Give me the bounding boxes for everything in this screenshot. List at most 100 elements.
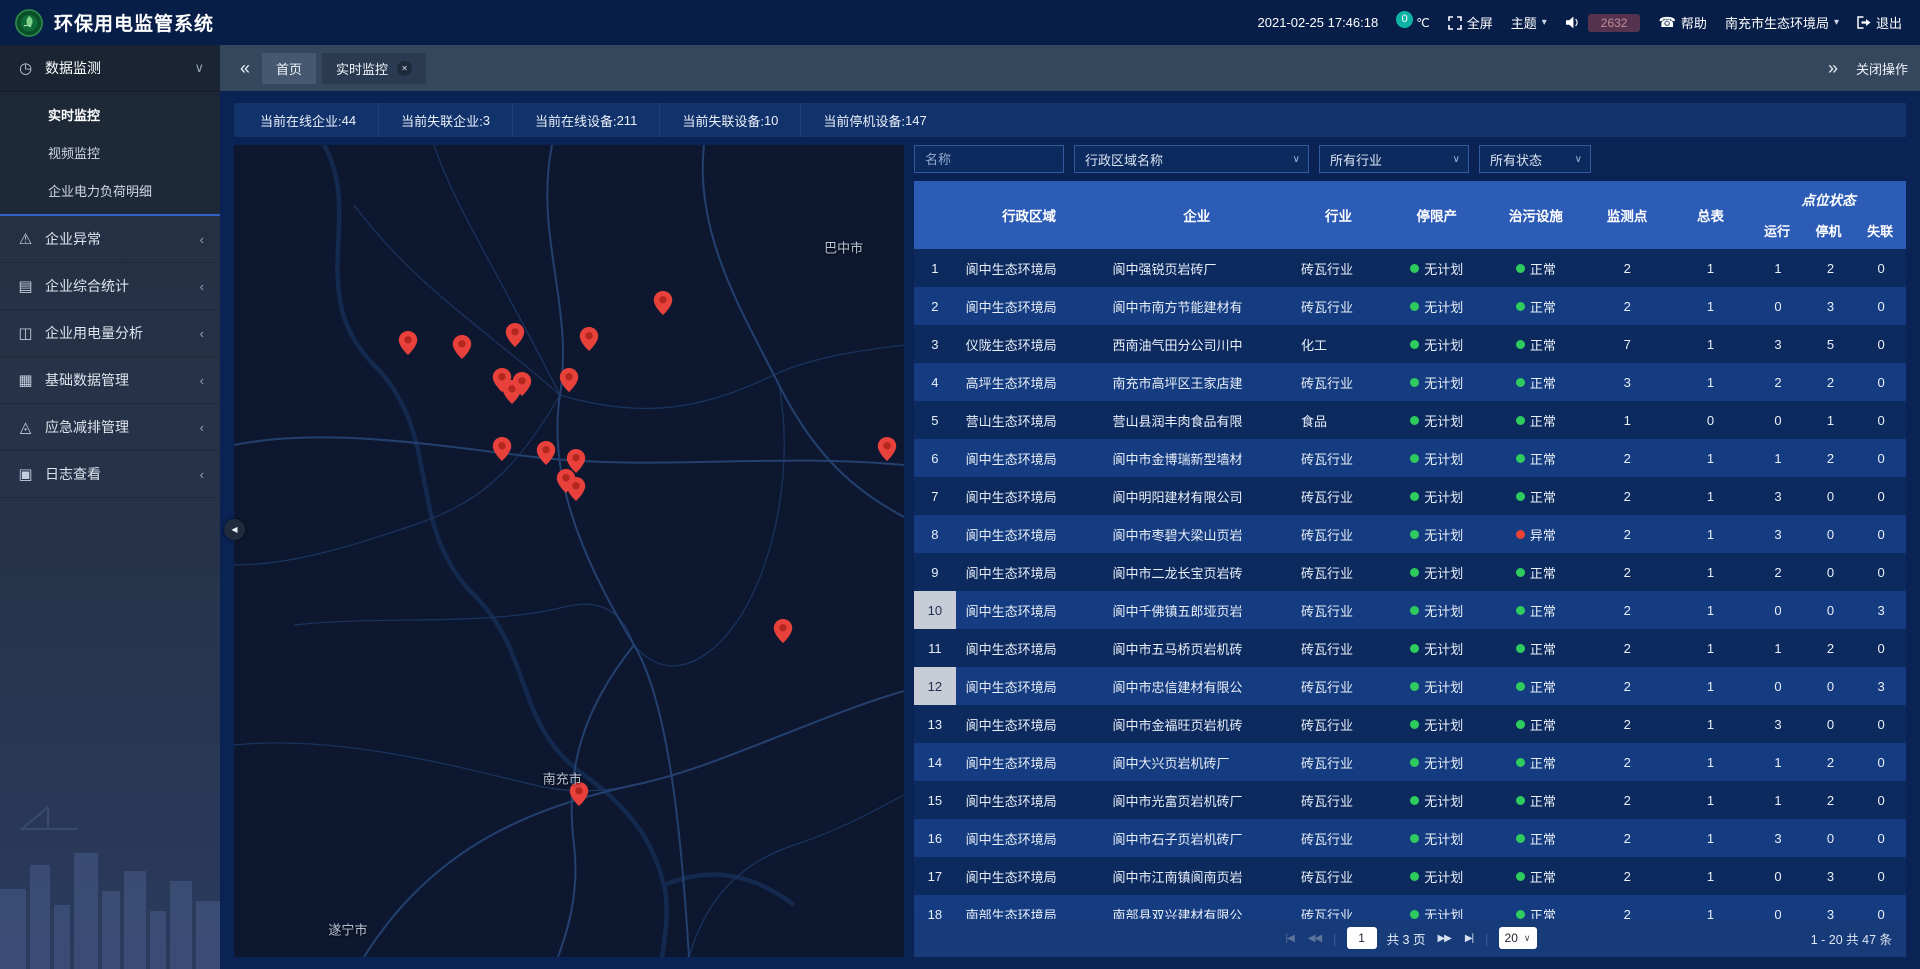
top-header: 环保用电监管系统 2021-02-25 17:46:18 0 ℃ 全屏 主题 ▾: [0, 0, 1920, 45]
sidebar-item-video-monitor[interactable]: 视频监控: [0, 133, 220, 171]
map-pin[interactable]: [560, 368, 579, 397]
table-row[interactable]: 15阆中生态环境局阆中市光富页岩机砖厂砖瓦行业无计划正常21120: [914, 781, 1906, 819]
status-filter-select[interactable]: 所有状态 ∨: [1479, 145, 1591, 173]
industry-filter-select[interactable]: 所有行业 ∨: [1319, 145, 1469, 173]
table-row[interactable]: 2阆中生态环境局阆中市南方节能建材有砖瓦行业无计划正常21030: [914, 287, 1906, 325]
tab-realtime[interactable]: 实时监控✕: [322, 53, 426, 84]
sidebar-group-emergency[interactable]: ◬应急减排管理‹: [0, 404, 220, 451]
first-page-button[interactable]: |◀: [1283, 933, 1295, 944]
chevron-left-icon: ‹: [200, 326, 204, 341]
map-pin[interactable]: [493, 437, 512, 466]
fullscreen-button[interactable]: 全屏: [1448, 13, 1493, 32]
column-header-company[interactable]: 企业: [1102, 181, 1290, 249]
last-page-button[interactable]: ▶|: [1463, 933, 1475, 944]
sidebar-group-logs[interactable]: ▣日志查看‹: [0, 451, 220, 498]
table-row[interactable]: 18南部生态环境局南部县双兴建材有限公砖瓦行业无计划正常21030: [914, 895, 1906, 919]
announcement-button[interactable]: [1565, 16, 1580, 29]
map-pin[interactable]: [452, 335, 471, 364]
table-row[interactable]: 9阆中生态环境局阆中市二龙长宝页岩砖砖瓦行业无计划正常21200: [914, 553, 1906, 591]
page-size-select[interactable]: 20 ∨: [1499, 927, 1537, 949]
status-dot: [1410, 568, 1419, 577]
table-row[interactable]: 17阆中生态环境局阆中市江南镇阆南页岩砖瓦行业无计划正常21030: [914, 857, 1906, 895]
column-header-limit[interactable]: 停限产: [1386, 181, 1487, 249]
table-row[interactable]: 7阆中生态环境局阆中明阳建材有限公司砖瓦行业无计划正常21300: [914, 477, 1906, 515]
table-row[interactable]: 12阆中生态环境局阆中市忠信建材有限公砖瓦行业无计划正常21003: [914, 667, 1906, 705]
map-pin[interactable]: [580, 327, 599, 356]
stat-item: 当前停机设备: 147: [801, 103, 948, 137]
sidebar-group-data-monitor[interactable]: ◷数据监测∨: [0, 45, 220, 92]
emergency-icon: ◬: [16, 418, 35, 436]
total-pages-label: 共 3 页: [1387, 929, 1426, 948]
sidebar-group-enterprise-abnormal[interactable]: ⚠企业异常‹: [0, 216, 220, 263]
table-row[interactable]: 8阆中生态环境局阆中市枣碧大梁山页岩砖瓦行业无计划异常21300: [914, 515, 1906, 553]
map-pin[interactable]: [566, 477, 585, 506]
prev-page-button[interactable]: ◀◀: [1306, 933, 1323, 944]
column-header-region[interactable]: 行政区域: [956, 181, 1103, 249]
status-dot: [1410, 264, 1419, 273]
table-body: 1阆中生态环境局阆中强锐页岩砖厂砖瓦行业无计划正常211202阆中生态环境局阆中…: [914, 249, 1906, 919]
warning-icon: ⚠: [16, 230, 35, 248]
status-dot: [1410, 720, 1419, 729]
table-row[interactable]: 11阆中生态环境局阆中市五马桥页岩机砖砖瓦行业无计划正常21120: [914, 629, 1906, 667]
logout-button[interactable]: 退出: [1857, 13, 1902, 32]
monitor-icon: ◷: [16, 59, 35, 77]
next-page-button[interactable]: ▶▶: [1435, 933, 1452, 944]
sidebar-group-power-analysis[interactable]: ◫企业用电量分析‹: [0, 310, 220, 357]
status-dot: [1516, 910, 1525, 919]
table-row[interactable]: 6阆中生态环境局阆中市金博瑞新型墙材砖瓦行业无计划正常21120: [914, 439, 1906, 477]
app-logo: [14, 8, 44, 38]
column-header-lost[interactable]: 失联: [1854, 211, 1906, 249]
range-label: 1 - 20 共 47 条: [1811, 929, 1892, 948]
column-header-stop[interactable]: 停机: [1803, 211, 1855, 249]
table-row[interactable]: 5营山生态环境局营山县润丰肉食品有限食品无计划正常10010: [914, 401, 1906, 439]
theme-dropdown[interactable]: 主题 ▾: [1511, 13, 1547, 32]
column-header-facility[interactable]: 治污设施: [1487, 181, 1584, 249]
stat-item: 当前失联企业: 3: [379, 103, 513, 137]
map-panel[interactable]: 巴中市南充市遂宁市 ◀: [234, 145, 904, 957]
tabs-back-button[interactable]: «: [232, 58, 258, 79]
sidebar-group-enterprise-stats[interactable]: ▤企业综合统计‹: [0, 263, 220, 310]
page-input[interactable]: [1347, 927, 1377, 949]
org-dropdown[interactable]: 南充市生态环境局 ▾: [1725, 13, 1839, 32]
table-row[interactable]: 3仪陇生态环境局西南油气田分公司川中化工无计划正常71350: [914, 325, 1906, 363]
table-row[interactable]: 4高坪生态环境局南充市高坪区王家店建砖瓦行业无计划正常31220: [914, 363, 1906, 401]
status-group-label: 点位状态: [1751, 181, 1906, 211]
close-operations-button[interactable]: 关闭操作: [1856, 59, 1908, 78]
stat-item: 当前失联设备: 10: [660, 103, 801, 137]
map-pin[interactable]: [653, 291, 672, 320]
column-header-industry[interactable]: 行业: [1291, 181, 1386, 249]
sidebar-group-base-data[interactable]: ▦基础数据管理‹: [0, 357, 220, 404]
sidebar-item-realtime-monitor[interactable]: 实时监控: [0, 95, 220, 133]
close-icon[interactable]: ✕: [397, 61, 412, 76]
name-filter-input[interactable]: [914, 145, 1064, 173]
map-pin[interactable]: [399, 331, 418, 360]
tabs-forward-button[interactable]: »: [1820, 58, 1846, 79]
map-pin[interactable]: [878, 437, 897, 466]
column-header-no[interactable]: [914, 181, 956, 249]
table-row[interactable]: 14阆中生态环境局阆中大兴页岩机砖厂砖瓦行业无计划正常21120: [914, 743, 1906, 781]
map-pin[interactable]: [536, 441, 555, 470]
column-header-run[interactable]: 运行: [1751, 211, 1803, 249]
table-row[interactable]: 13阆中生态环境局阆中市金福旺页岩机砖砖瓦行业无计划正常21300: [914, 705, 1906, 743]
table-row[interactable]: 1阆中生态环境局阆中强锐页岩砖厂砖瓦行业无计划正常21120: [914, 249, 1906, 287]
map-pin[interactable]: [506, 323, 525, 352]
column-header-meters[interactable]: 总表: [1670, 181, 1751, 249]
pagination-bar: |◀ ◀◀ | 共 3 页 ▶▶ ▶| | 20 ∨: [914, 919, 1906, 957]
status-dot: [1516, 340, 1525, 349]
region-filter-select[interactable]: 行政区域名称 ∨: [1074, 145, 1309, 173]
phone-icon: ☎: [1658, 14, 1675, 31]
table-row[interactable]: 10阆中生态环境局阆中千佛镇五郎垭页岩砖瓦行业无计划正常21003: [914, 591, 1906, 629]
status-dot: [1410, 416, 1419, 425]
sidebar: ◷数据监测∨实时监控视频监控企业电力负荷明细 ⚠企业异常‹▤企业综合统计‹◫企业用…: [0, 45, 220, 969]
map-pin[interactable]: [513, 372, 532, 401]
tab-home[interactable]: 首页: [262, 53, 316, 84]
stat-value: 147: [905, 113, 927, 128]
map-collapse-button[interactable]: ◀: [224, 519, 245, 540]
help-button[interactable]: ☎ 帮助: [1658, 13, 1706, 32]
map-pin[interactable]: [774, 619, 793, 648]
status-dot: [1516, 644, 1525, 653]
table-row[interactable]: 16阆中生态环境局阆中市石子页岩机砖厂砖瓦行业无计划正常21300: [914, 819, 1906, 857]
status-dot: [1516, 302, 1525, 311]
column-header-points[interactable]: 监测点: [1585, 181, 1670, 249]
sidebar-item-power-load-detail[interactable]: 企业电力负荷明细: [0, 171, 220, 209]
